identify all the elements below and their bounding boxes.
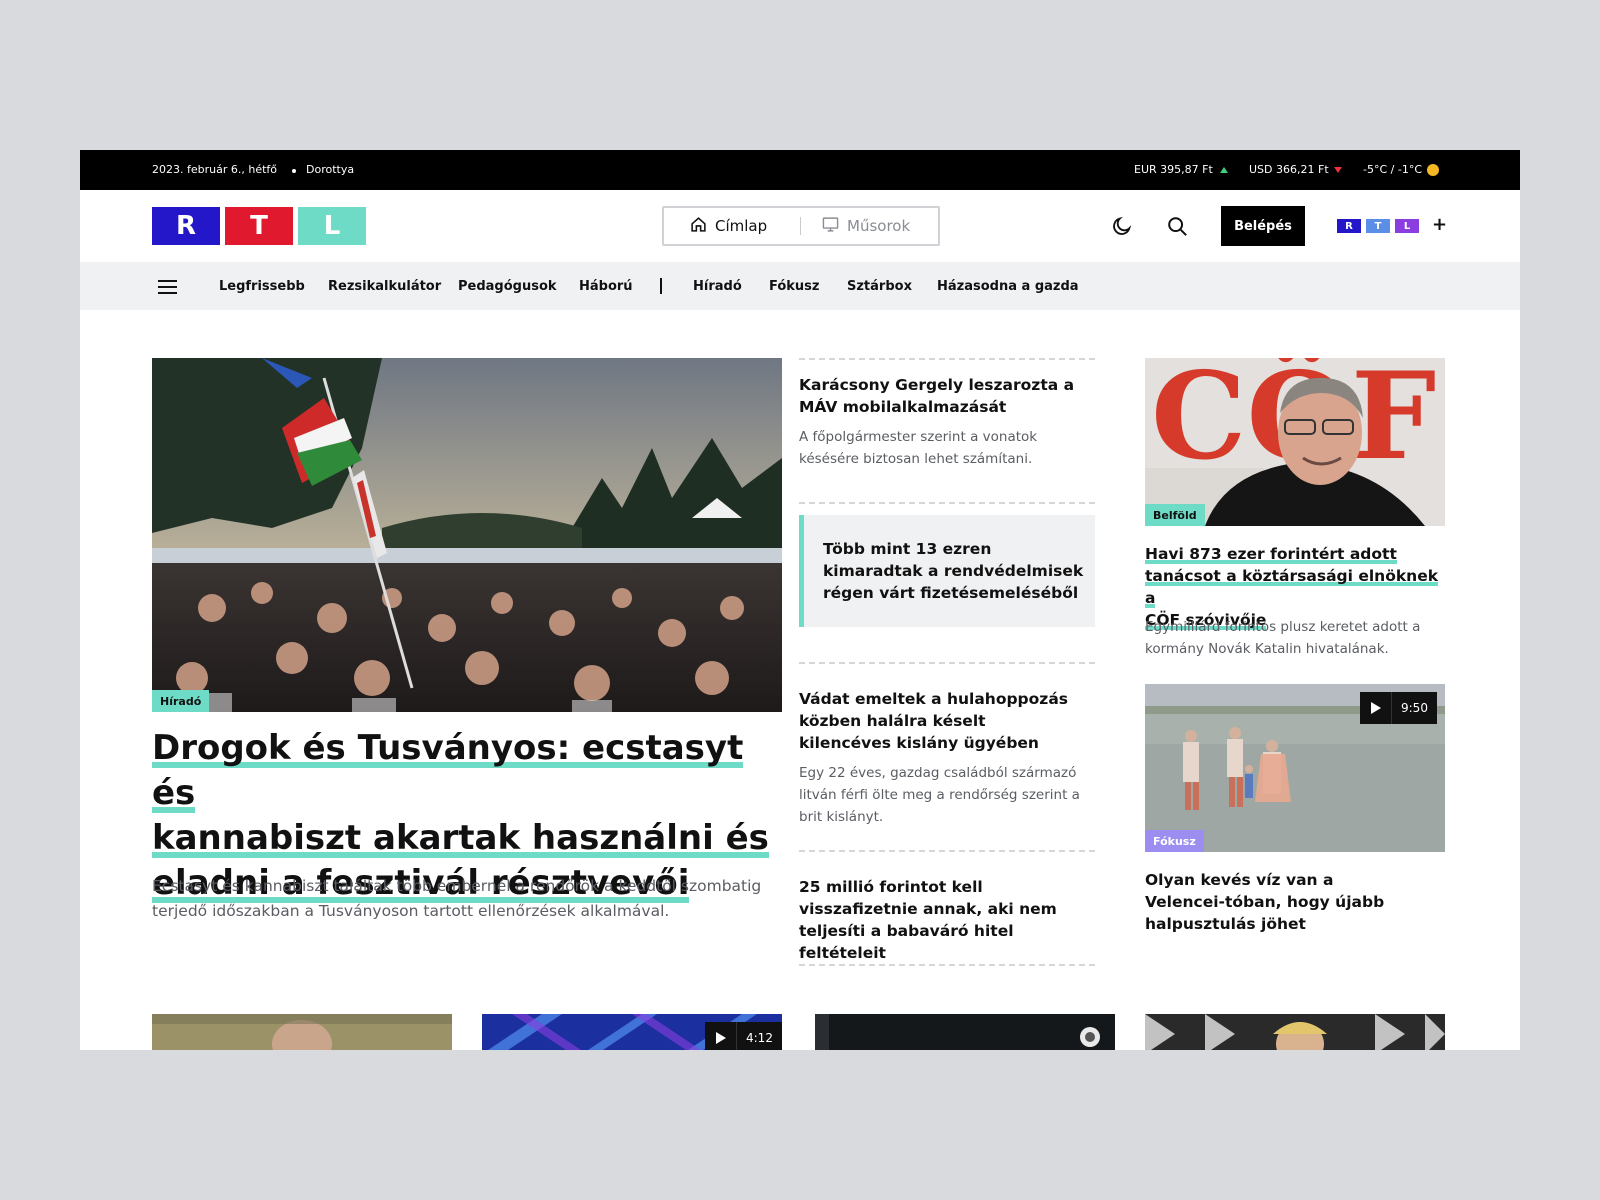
usd-rate: USD 366,21 Ft [1249,163,1329,176]
monitor-icon [822,216,839,237]
article-lead: A főpolgármester szerint a vonatok késés… [799,429,1038,467]
main-article-lead: Ecstasyt és kannabiszt találtak több emb… [152,877,762,920]
section-tabs: Címlap Műsorok [662,206,940,246]
menu-icon[interactable] [158,280,177,294]
tab-label: Címlap [715,217,768,235]
arrow-up-icon [1220,167,1228,173]
article-title[interactable]: Olyan kevés víz van a Velencei-tóban, ho… [1145,869,1415,935]
nav-item-hazasodna-a-gazda[interactable]: Házasodna a gazda [937,279,1079,294]
site-header: R T L Címlap Műsorok Belépés R T L + [80,190,1520,262]
rtlplus-letter-t: T [1366,219,1390,233]
article-image[interactable]: CÖF Belföld [1145,358,1445,526]
article-title[interactable]: Vádat emeltek a hulahoppozás közben halá… [799,688,1079,754]
title-line: tanácsot a köztársasági elnöknek a [1145,567,1439,608]
current-date: 2023. február 6., hétfő [152,163,278,176]
title-line: Havi 873 ezer forintért adott [1145,545,1397,564]
video-duration: 9:50 [1401,701,1428,715]
rtlplus-letter-r: R [1337,219,1361,233]
logo-letter-l: L [298,207,366,245]
nav-divider [660,278,662,294]
moon-icon[interactable] [1110,214,1134,238]
bottom-article-image[interactable] [152,1014,452,1050]
nav-item-rezsikalkulator[interactable]: Rezsikalkulátor [328,279,441,294]
play-icon [705,1022,737,1050]
article-lead: Egy 22 éves, gazdag családból származó l… [799,765,1080,825]
title-line: kannabiszt akartak használni és [152,818,769,858]
nameday: Dorottya [306,163,355,176]
sun-icon [1427,164,1439,176]
divider [799,662,1095,664]
title-line: Drogok és Tusványos: ecstasyt és [152,728,744,813]
eur-rate: EUR 395,87 Ft [1134,163,1213,176]
divider [799,502,1095,504]
video-badge: 4:12 [705,1022,782,1050]
nav-item-legfrissebb[interactable]: Legfrissebb [219,279,305,294]
nav-item-haboru[interactable]: Háború [579,279,633,294]
bottom-article-image[interactable] [1145,1014,1445,1050]
nav-item-hirado[interactable]: Híradó [693,279,742,294]
top-info-bar: 2023. február 6., hétfő Dorottya EUR 395… [80,150,1520,190]
category-tag[interactable]: Híradó [152,690,210,712]
highlight-article-box[interactable]: Több mint 13 ezren kimaradtak a rendvéde… [799,515,1095,627]
category-tag[interactable]: Belföld [1145,504,1205,526]
nav-item-fokusz[interactable]: Fókusz [769,279,820,294]
divider [799,358,1095,360]
category-nav: Legfrissebb Rezsikalkulátor Pedagógusok … [80,262,1520,310]
category-tag[interactable]: Fókusz [1145,830,1204,852]
tab-cimlap[interactable]: Címlap [690,208,767,244]
nav-item-sztarbox[interactable]: Sztárbox [847,279,912,294]
tab-divider [800,217,801,235]
login-button[interactable]: Belépés [1221,206,1305,246]
bottom-article-image[interactable] [815,1014,1115,1050]
rtlplus-plus: + [1432,214,1448,235]
article-title[interactable]: Karácsony Gergely leszarozta a MÁV mobil… [799,374,1079,418]
nav-item-pedagogusok[interactable]: Pedagógusok [458,279,557,294]
weather: -5°C / -1°C [1363,163,1422,176]
separator-dot [292,169,296,173]
play-icon [1360,692,1392,724]
article-image[interactable]: 9:50 Fókusz [1145,684,1445,852]
divider [799,850,1095,852]
bottom-article-image[interactable]: 4:12 [482,1014,782,1050]
article-lead: Egymilliárd forintos plusz keretet adott… [1145,619,1421,657]
rtlplus-letter-l: L [1395,219,1419,233]
video-badge: 9:50 [1360,692,1437,724]
video-duration: 4:12 [746,1031,773,1045]
home-icon [690,216,707,237]
article-title[interactable]: 25 millió forintot kell visszafizetnie a… [799,876,1089,964]
article-title: Több mint 13 ezren kimaradtak a rendvéde… [823,540,1084,602]
logo-letter-r: R [152,207,220,245]
main-article-image[interactable]: Híradó [152,358,782,712]
tab-musorok[interactable]: Műsorok [822,208,910,244]
search-icon[interactable] [1165,214,1189,238]
tab-label: Műsorok [847,217,911,235]
logo-letter-t: T [225,207,293,245]
arrow-down-icon [1334,167,1342,173]
divider [799,964,1095,966]
browser-viewport: 2023. február 6., hétfő Dorottya EUR 395… [80,150,1520,1050]
